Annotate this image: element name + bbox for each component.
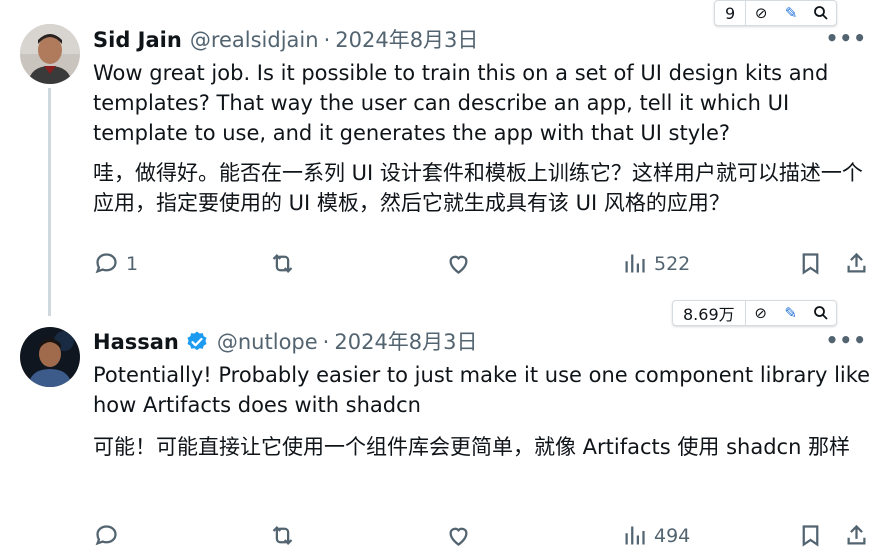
bookmark-button[interactable] xyxy=(797,250,824,277)
share-button[interactable] xyxy=(843,250,870,277)
more-icon[interactable]: ••• xyxy=(826,26,867,50)
reply-button[interactable]: 1 xyxy=(93,250,138,277)
share-icon xyxy=(847,524,866,545)
tweet-text: Potentially! Probably easier to just mak… xyxy=(93,363,871,417)
separator: · xyxy=(322,330,330,354)
views-button[interactable]: 494 xyxy=(621,522,690,549)
tweet-translation: 哇，做得好。能否在一系列 UI 设计套件和模板上训练它？这样用户就可以描述一个应… xyxy=(93,161,863,215)
retweet-icon xyxy=(272,526,293,545)
bookmark-icon xyxy=(802,525,819,547)
thread-connector xyxy=(48,88,51,316)
like-icon xyxy=(449,255,468,274)
views-count: 494 xyxy=(654,524,691,547)
share-button[interactable] xyxy=(843,522,870,549)
bookmark-icon xyxy=(802,253,819,275)
views-button[interactable]: 522 xyxy=(621,250,690,277)
tweet-date[interactable]: 2024年8月3日 xyxy=(335,26,478,54)
share-icon xyxy=(847,252,866,273)
display-name[interactable]: Hassan xyxy=(93,328,179,356)
like-button[interactable] xyxy=(445,522,472,549)
avatar[interactable] xyxy=(20,327,80,387)
bookmark-button[interactable] xyxy=(797,522,824,549)
user-handle[interactable]: @nutlope xyxy=(217,328,318,356)
avatar[interactable] xyxy=(20,24,80,84)
reply-button[interactable] xyxy=(93,522,126,549)
tweet-actions: 494 xyxy=(93,522,873,554)
display-name[interactable]: Sid Jain xyxy=(93,26,182,54)
views-icon xyxy=(625,254,645,273)
retweet-button[interactable] xyxy=(269,522,296,549)
separator: · xyxy=(323,28,331,52)
more-icon[interactable]: ••• xyxy=(826,328,867,352)
reply-count: 1 xyxy=(126,252,139,275)
reply-icon xyxy=(95,253,117,274)
tweet-header: Sid Jain @realsidjain · 2024年8月3日 xyxy=(93,26,478,54)
verified-badge-icon xyxy=(187,331,207,351)
views-icon xyxy=(625,526,645,545)
user-handle[interactable]: @realsidjain xyxy=(190,26,319,54)
like-button[interactable] xyxy=(445,250,472,277)
tweet-date[interactable]: 2024年8月3日 xyxy=(334,328,477,356)
tweet-translation: 可能！可能直接让它使用一个组件库会更简单，就像 Artifacts 使用 sha… xyxy=(93,435,851,459)
tweet-header: Hassan @nutlope · 2024年8月3日 xyxy=(93,328,478,356)
reply-icon xyxy=(95,525,117,546)
tweet-actions: 1 522 xyxy=(93,250,873,282)
retweet-button[interactable] xyxy=(269,250,296,277)
tweet[interactable]: Hassan @nutlope · 2024年8月3日 ••• Potentia… xyxy=(0,300,883,560)
views-count: 522 xyxy=(654,252,691,275)
retweet-icon xyxy=(272,254,293,273)
like-icon xyxy=(449,527,468,546)
tweet-text: Wow great job. Is it possible to train t… xyxy=(93,61,829,145)
tweet[interactable]: Sid Jain @realsidjain · 2024年8月3日 ••• Wo… xyxy=(0,0,883,316)
